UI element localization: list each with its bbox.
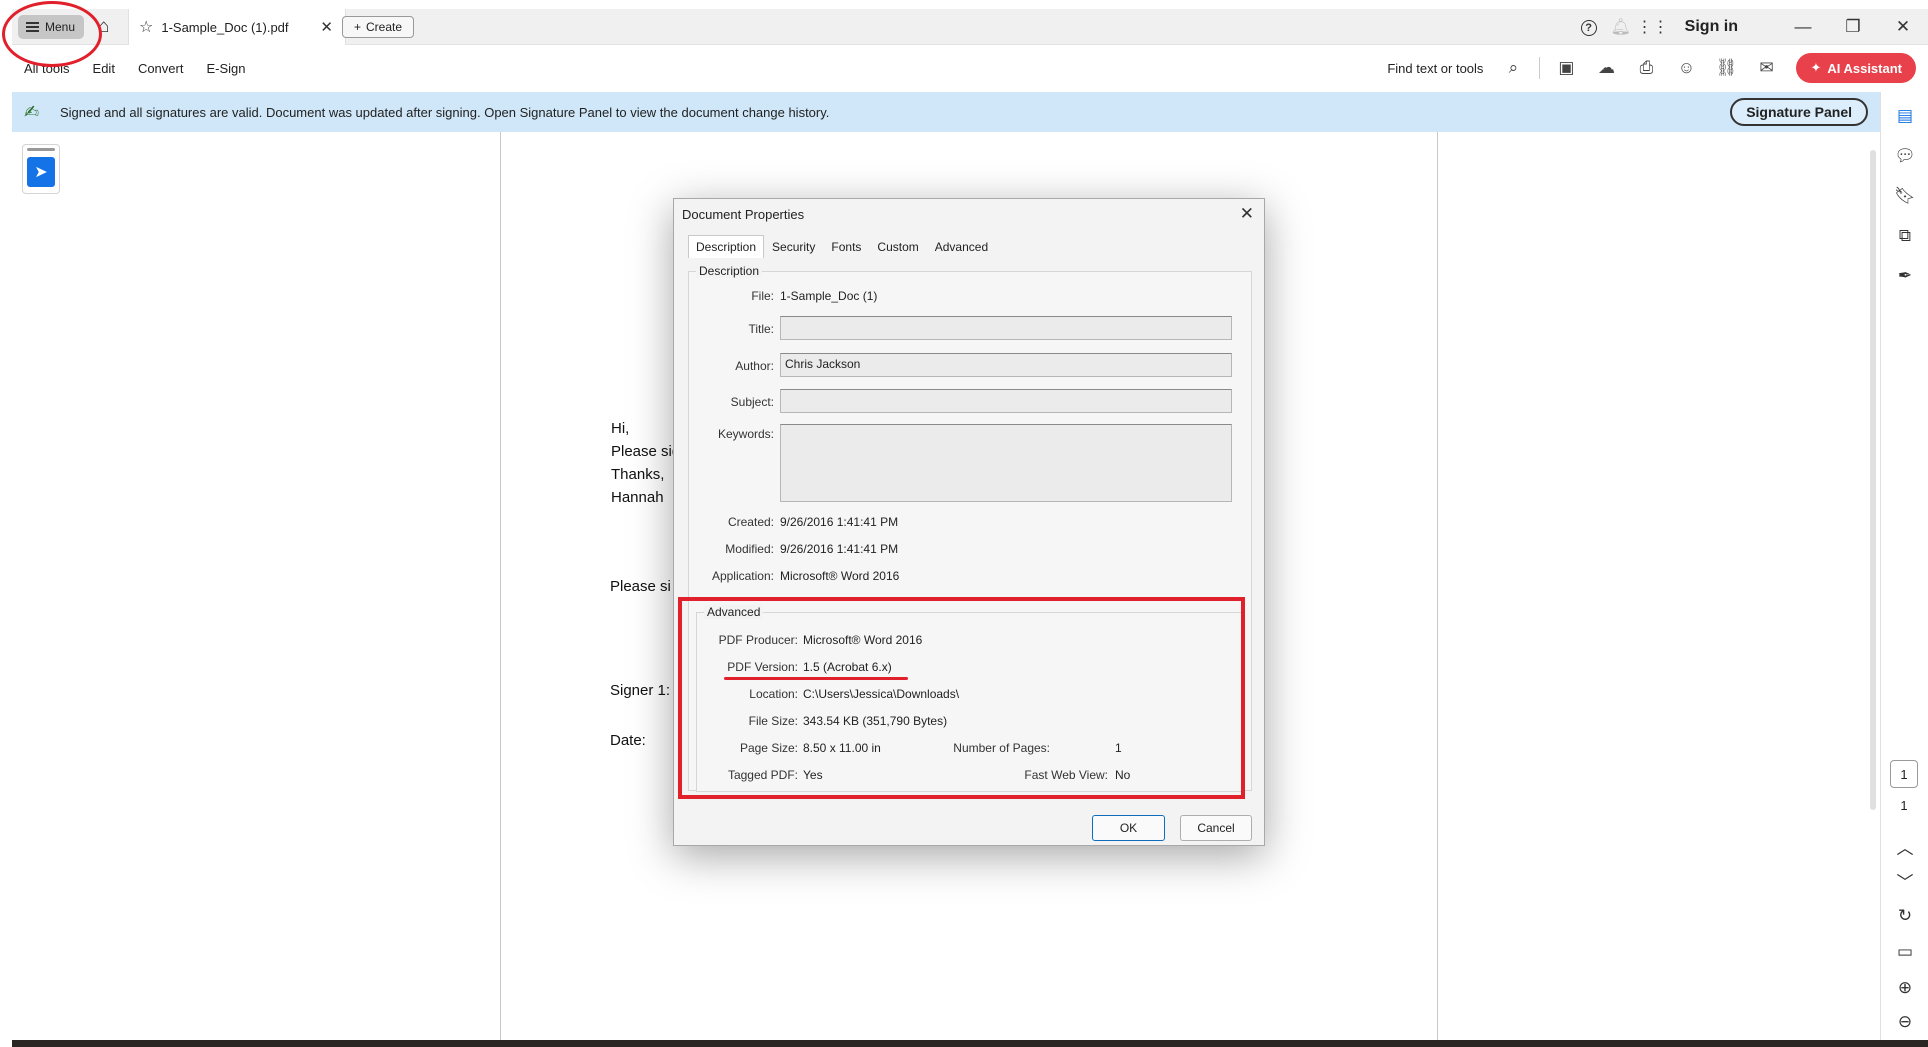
ok-button[interactable]: OK <box>1092 815 1165 841</box>
tab-close-icon[interactable]: ✕ <box>320 18 333 36</box>
toolbar-divider <box>1539 57 1541 79</box>
print-icon[interactable]: ⎙ <box>1626 58 1666 78</box>
annotation-circle <box>2 1 102 67</box>
dialog-tabs: Description Security Fonts Custom Advanc… <box>688 235 996 258</box>
title-label: Title: <box>748 322 774 336</box>
tab-advanced[interactable]: Advanced <box>927 235 996 258</box>
file-value: 1-Sample_Doc (1) <box>780 289 878 303</box>
help-button[interactable]: ? <box>1573 18 1605 36</box>
properties-panel-icon[interactable]: ▤ <box>1881 106 1928 126</box>
link-icon[interactable]: ⛓ <box>1706 58 1746 78</box>
title-bar-right: ? 🔔︎ ⋮⋮ Sign in — ❐ ✕ <box>1573 9 1928 45</box>
document-tab[interactable]: ☆ 1-Sample_Doc (1).pdf ✕ <box>128 9 346 45</box>
menu-e-sign[interactable]: E-Sign <box>206 61 245 76</box>
vertical-scrollbar[interactable] <box>1870 150 1876 810</box>
rotate-icon[interactable]: ↻ <box>1881 906 1928 926</box>
signature-icon[interactable]: ✒ <box>1881 266 1928 286</box>
title-input[interactable] <box>780 316 1232 340</box>
doc-date: Date: <box>610 732 646 749</box>
minimize-icon[interactable]: — <box>1778 17 1828 37</box>
star-icon[interactable]: ☆ <box>139 17 153 37</box>
page-fit-icon[interactable]: ▭ <box>1881 942 1928 962</box>
right-rail: ▤ 💬︎ 🔖︎ ⧉ ✒ ︿ ﹀ ↻ ▭ ⊕ ⊖ <box>1880 92 1928 1040</box>
description-group-label: Description <box>696 264 763 278</box>
created-label: Created: <box>727 515 774 529</box>
zoom-out-icon[interactable]: ⊖ <box>1881 1012 1928 1032</box>
tab-title: 1-Sample_Doc (1).pdf <box>161 19 289 35</box>
zoom-in-icon[interactable]: ⊕ <box>1881 978 1928 998</box>
doc-signer: Signer 1: <box>610 682 671 699</box>
search-icon[interactable]: ⌕ <box>1493 58 1533 78</box>
annotation-highlight-box <box>678 597 1245 799</box>
page-up-icon[interactable]: ︿ <box>1881 834 1928 859</box>
doc-line-greeting: Hi, <box>611 420 630 437</box>
page-down-icon[interactable]: ﹀ <box>1881 868 1928 893</box>
current-page-input[interactable]: 1 <box>1890 760 1918 788</box>
file-label: File: <box>751 289 774 303</box>
created-value: 9/26/2016 1:41:41 PM <box>780 515 899 529</box>
select-tool-icon[interactable]: ➤ <box>27 157 55 187</box>
create-button[interactable]: + Create <box>342 16 414 38</box>
pages-icon[interactable]: ⧉ <box>1881 226 1928 246</box>
keywords-input[interactable] <box>780 424 1232 502</box>
application-label: Application: <box>711 569 774 583</box>
help-icon: ? <box>1580 20 1597 36</box>
tab-fonts[interactable]: Fonts <box>823 235 869 258</box>
tab-security[interactable]: Security <box>764 235 823 258</box>
cloud-upload-icon[interactable]: ☁ <box>1586 58 1626 78</box>
tab-description[interactable]: Description <box>688 235 765 258</box>
author-input[interactable]: Chris Jackson <box>780 353 1232 377</box>
modified-label: Modified: <box>725 542 774 556</box>
ai-assistant-button[interactable]: ✦ AI Assistant <box>1796 53 1916 83</box>
find-text-label[interactable]: Find text or tools <box>1387 61 1483 76</box>
ai-assistant-icon: ✦ <box>1810 60 1822 75</box>
bell-icon[interactable]: 🔔︎ <box>1605 17 1637 37</box>
subject-label: Subject: <box>730 395 774 409</box>
plus-icon: + <box>353 20 361 34</box>
tab-custom[interactable]: Custom <box>869 235 926 258</box>
share-user-icon[interactable]: ☺ <box>1666 58 1706 78</box>
dialog-title: Document Properties <box>682 207 805 222</box>
application-value: Microsoft® Word 2016 <box>780 569 900 583</box>
menu-edit[interactable]: Edit <box>93 61 115 76</box>
signature-panel-button[interactable]: Signature Panel <box>1730 98 1868 126</box>
author-label: Author: <box>735 359 774 373</box>
keywords-label: Keywords: <box>717 427 774 441</box>
panel-drag-handle[interactable] <box>27 148 55 151</box>
bookmarks-icon[interactable]: 🔖︎ <box>1881 186 1928 206</box>
create-label: Create <box>365 20 403 34</box>
toolbar-right: Find text or tools ⌕ ▣ ☁ ⎙ ☺ ⛓ ✉ ✦ AI As… <box>1387 53 1916 83</box>
email-icon[interactable]: ✉ <box>1746 58 1786 78</box>
apps-grid-icon[interactable]: ⋮⋮ <box>1637 17 1669 37</box>
dialog-close-icon[interactable]: ✕ <box>1240 204 1254 224</box>
taskbar-strip <box>12 1040 1928 1047</box>
title-bar: Menu ⌂ ☆ 1-Sample_Doc (1).pdf ✕ + Create… <box>12 9 1928 45</box>
quick-tools-panel: ➤ <box>22 144 60 194</box>
signature-banner: ✍ Signed and all signatures are valid. D… <box>12 92 1880 132</box>
doc-line-thanks: Thanks, <box>611 466 665 483</box>
subject-input[interactable] <box>780 389 1232 413</box>
comments-icon[interactable]: 💬︎ <box>1881 146 1928 166</box>
cancel-button[interactable]: Cancel <box>1180 815 1252 841</box>
modified-value: 9/26/2016 1:41:41 PM <box>780 542 899 556</box>
annotation-underline <box>724 677 908 680</box>
window-close-icon[interactable]: ✕ <box>1878 17 1928 37</box>
total-pages: 1 <box>1900 798 1908 813</box>
restore-icon[interactable]: ❐ <box>1828 17 1878 37</box>
toolbar: All tools Edit Convert E-Sign Find text … <box>12 45 1928 92</box>
doc-line-name: Hannah <box>611 489 664 506</box>
signature-valid-icon: ✍ <box>24 101 40 122</box>
doc-please-sign: Please si <box>610 578 671 595</box>
ai-assistant-label: AI Assistant <box>1827 60 1902 76</box>
save-icon[interactable]: ▣ <box>1546 58 1586 78</box>
signature-message: Signed and all signatures are valid. Doc… <box>60 104 830 120</box>
menu-convert[interactable]: Convert <box>138 61 184 76</box>
doc-line-please-sign: Please sig <box>611 443 681 460</box>
sign-in-button[interactable]: Sign in <box>1685 18 1738 36</box>
